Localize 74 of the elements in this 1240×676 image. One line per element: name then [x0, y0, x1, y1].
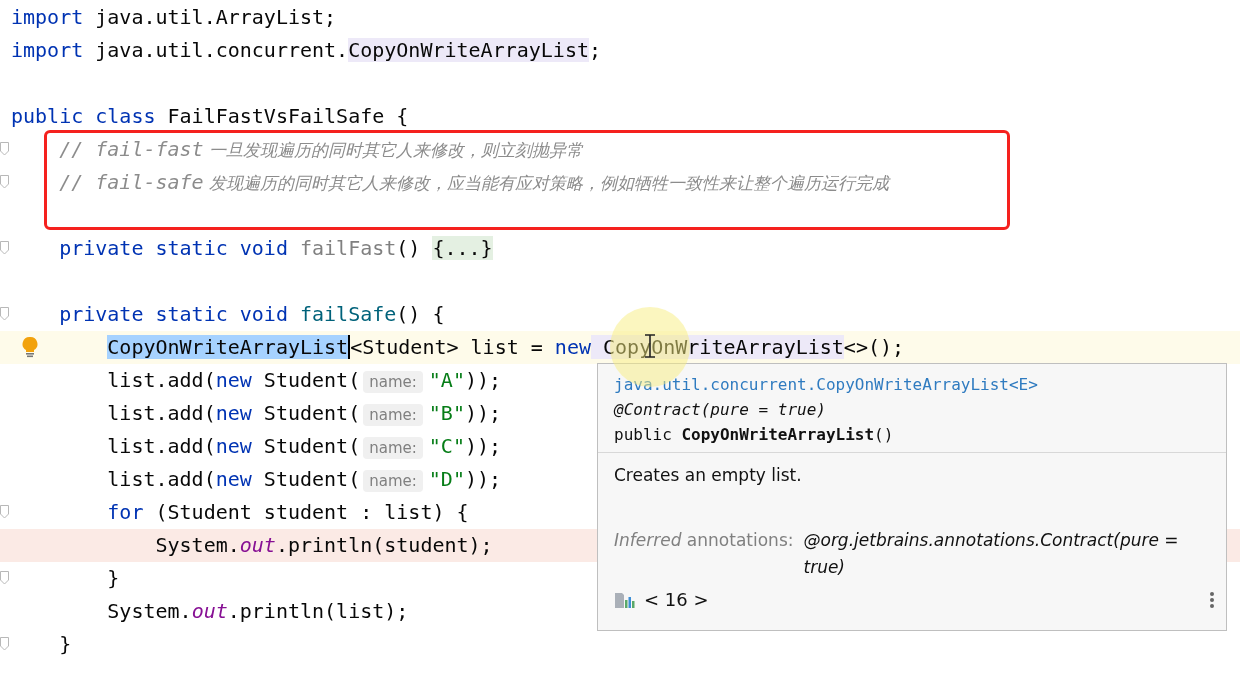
code-comment: 一旦发现遍历的同时其它人来修改，则立刻抛异常 — [208, 140, 584, 160]
code-comment: // fail-fast — [59, 137, 204, 161]
code-text: )); — [464, 467, 502, 491]
keyword: private static void — [59, 302, 288, 326]
keyword: import — [11, 5, 84, 29]
code-text: Student( — [262, 434, 361, 458]
field-name: out — [239, 533, 276, 557]
library-icon — [614, 590, 636, 609]
fold-marker-icon[interactable] — [0, 637, 9, 651]
fold-marker-icon[interactable] — [0, 307, 9, 321]
code-text: java.util.ArrayList; — [94, 5, 337, 29]
keyword: new — [215, 368, 252, 392]
code-text: System. — [155, 533, 240, 557]
parameter-hint: name: — [363, 437, 423, 459]
string-literal: "B" — [428, 401, 465, 425]
code-text: .println(student); — [275, 533, 493, 557]
class-name: CopyOnWriteArrayList — [348, 38, 589, 62]
field-name: out — [191, 599, 228, 623]
keyword: import — [11, 38, 84, 62]
code-text: )); — [464, 434, 502, 458]
keyword: new — [215, 434, 252, 458]
parameter-hint: name: — [363, 470, 423, 492]
keyword: for — [107, 500, 144, 524]
code-text: list.add( — [107, 467, 216, 491]
code-text: list.add( — [107, 401, 216, 425]
inferred-annotation: @org.jetbrains.annotations.Contract(pure = true) — [803, 529, 1180, 579]
code-comment: // fail-safe — [59, 170, 204, 194]
fold-marker-icon[interactable] — [0, 505, 9, 519]
code-text: FailFastVsFailSafe { — [166, 104, 409, 128]
code-text: } — [59, 632, 72, 656]
code-text: (Student student : list) { — [154, 500, 469, 524]
code-text: java.util.concurrent. — [94, 38, 349, 62]
method-name: failFast — [298, 236, 397, 260]
code-text: System. — [107, 599, 192, 623]
string-literal: "C" — [428, 434, 465, 458]
keyword: public class — [11, 104, 156, 128]
code-text: () — [396, 236, 422, 260]
qualified-name-link[interactable]: java.util.concurrent.CopyOnWriteArrayList<E> — [614, 372, 1210, 397]
code-text: () { — [396, 302, 445, 326]
description-text: Creates an empty list. — [614, 465, 803, 487]
code-text: } — [107, 566, 120, 590]
code-text: Student( — [262, 467, 361, 491]
method-signature: public CopyOnWriteArrayList() — [614, 424, 895, 446]
parameter-hint: name: — [363, 371, 423, 393]
code-comment: 发现遍历的同时其它人来修改，应当能有应对策略，例如牺牲一致性来让整个遍历运行完成 — [208, 173, 890, 193]
code-text: list.add( — [107, 434, 216, 458]
inferred-label: Inferred annotations: — [614, 529, 794, 552]
selected-text: CopyOnWriteArrayList — [107, 335, 351, 359]
code-text: list.add( — [107, 368, 216, 392]
fold-marker-icon[interactable] — [0, 241, 9, 255]
keyword: private static void — [59, 236, 288, 260]
string-literal: "A" — [428, 368, 465, 392]
fold-marker-icon[interactable] — [0, 142, 9, 156]
code-text: ; — [589, 38, 602, 62]
code-text: Student( — [262, 401, 361, 425]
keyword: new — [554, 335, 591, 359]
lightbulb-icon[interactable] — [22, 336, 38, 358]
more-options-icon[interactable] — [1209, 590, 1215, 609]
code-text: Student( — [262, 368, 361, 392]
code-text: )); — [464, 368, 502, 392]
keyword: new — [215, 467, 252, 491]
code-text: .println(list); — [227, 599, 409, 623]
folded-block: {...} — [432, 236, 493, 260]
fold-marker-icon[interactable] — [0, 571, 9, 585]
code-text: <Student> list = — [350, 335, 544, 359]
string-literal: "D" — [428, 467, 465, 491]
fold-marker-icon[interactable] — [0, 175, 9, 189]
annotation-text: @Contract(pure = true) — [614, 399, 827, 421]
method-name: failSafe — [298, 302, 397, 326]
code-text: )); — [464, 401, 502, 425]
parameter-hint: name: — [363, 404, 423, 426]
keyword: new — [215, 401, 252, 425]
code-text: <>(); — [843, 335, 905, 359]
version-text[interactable]: < 16 > — [644, 589, 709, 610]
